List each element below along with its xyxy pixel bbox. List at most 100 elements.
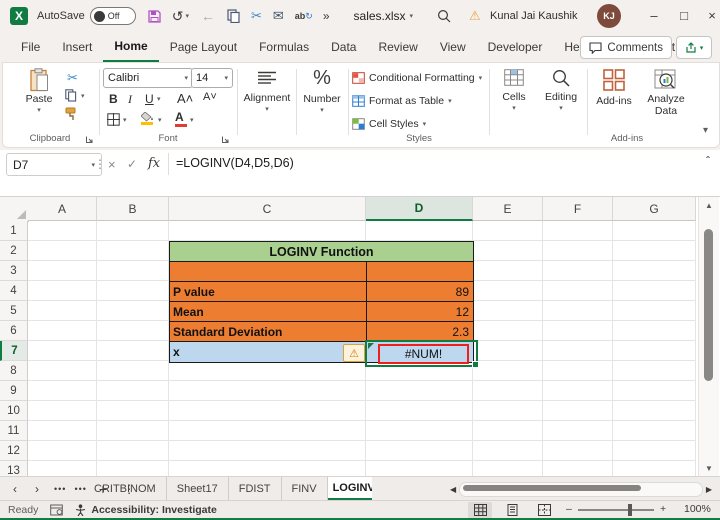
font-color-button[interactable]: A — [175, 110, 187, 127]
ribbon-tab-view[interactable]: View — [429, 33, 477, 61]
conditional-formatting-button[interactable]: Conditional Formatting ▾ — [352, 67, 482, 89]
minimize-button[interactable]: – — [644, 8, 664, 23]
email-icon[interactable]: ✉ — [273, 8, 284, 24]
zoom-in-button[interactable]: + — [660, 503, 666, 515]
increase-font-button[interactable]: A˄ — [177, 91, 193, 106]
confirm-entry-icon[interactable]: ✓ — [127, 157, 137, 171]
collapse-formula-bar-icon[interactable]: ˆ — [706, 154, 710, 168]
undo-icon[interactable]: ↺ — [172, 8, 184, 25]
comments-button[interactable]: Comments — [580, 36, 672, 59]
more-qat-commands[interactable]: » — [323, 9, 330, 23]
save-icon[interactable] — [148, 9, 161, 23]
row-header-7[interactable]: 7 — [0, 341, 28, 361]
cell-title-C2[interactable]: LOGINV Function — [169, 241, 474, 262]
format-as-table-button[interactable]: Format as Table ▾ — [352, 90, 452, 112]
cancel-entry-icon[interactable]: × — [108, 157, 116, 172]
zoom-slider-thumb[interactable] — [628, 504, 632, 516]
font-size-combo[interactable]: 14 ▾ — [191, 68, 233, 88]
column-header-C[interactable]: C — [169, 197, 366, 221]
vertical-scroll-thumb[interactable] — [704, 229, 713, 381]
editing-group-button[interactable]: Editing ▾ — [539, 69, 583, 112]
cut-button[interactable]: ✂ — [67, 70, 78, 86]
sheet-tab-sheet17[interactable]: Sheet17 — [167, 477, 229, 500]
row-header-10[interactable]: 10 — [0, 401, 28, 421]
scroll-up-icon[interactable]: ▲ — [699, 201, 719, 210]
font-color-chevron-icon[interactable]: ▾ — [190, 116, 194, 124]
row-header-9[interactable]: 9 — [0, 381, 28, 401]
format-painter-button[interactable] — [65, 107, 79, 121]
decrease-font-button[interactable]: A˅ — [203, 91, 217, 103]
horizontal-scrollbar[interactable]: ◀ ▶ — [450, 481, 712, 497]
page-break-view-button[interactable] — [532, 502, 556, 518]
cell-C7[interactable]: x — [169, 341, 367, 363]
sheet-tab-finv[interactable]: FINV — [282, 477, 328, 500]
cell-D6[interactable]: 2.3 — [366, 321, 474, 342]
ribbon-tab-insert[interactable]: Insert — [51, 33, 103, 61]
cell-styles-button[interactable]: Cell Styles ▾ — [352, 113, 426, 135]
cell-D4[interactable]: 89 — [366, 281, 474, 302]
fill-handle[interactable] — [472, 361, 479, 368]
macro-record-icon[interactable] — [50, 504, 64, 516]
scroll-down-icon[interactable]: ▼ — [699, 464, 719, 473]
ribbon-tab-home[interactable]: Home — [103, 32, 159, 62]
italic-button[interactable]: I — [128, 92, 132, 107]
cell-C5[interactable]: Mean — [169, 301, 367, 322]
row-header-3[interactable]: 3 — [0, 261, 28, 281]
cell-C3[interactable] — [169, 261, 367, 282]
undo-chevron-icon[interactable]: ▾ — [185, 12, 189, 20]
copy-icon[interactable] — [227, 9, 240, 23]
borders-chevron-icon[interactable]: ▾ — [123, 116, 127, 124]
borders-button[interactable] — [107, 113, 120, 126]
zoom-out-button[interactable]: – — [566, 503, 572, 515]
collapse-ribbon-chevron-icon[interactable]: ▾ — [703, 125, 708, 136]
column-header-G[interactable]: G — [613, 197, 696, 221]
file-name-chevron-icon[interactable]: ▾ — [410, 12, 414, 20]
ribbon-tab-page-layout[interactable]: Page Layout — [159, 33, 248, 61]
underline-chevron-icon[interactable]: ▾ — [157, 95, 161, 103]
copy-chevron-icon[interactable]: ▾ — [81, 92, 85, 100]
column-header-E[interactable]: E — [473, 197, 543, 221]
share-button[interactable]: ▾ — [676, 36, 712, 59]
formula-input[interactable]: =LOGINV(D4,D5,D6) — [176, 156, 294, 170]
select-all-corner[interactable] — [0, 197, 29, 222]
cell-C6[interactable]: Standard Deviation — [169, 321, 367, 342]
font-name-combo[interactable]: Calibri ▾ — [103, 68, 193, 88]
bold-button[interactable]: B — [109, 92, 118, 106]
vertical-scrollbar[interactable]: ▲ ▼ — [698, 197, 719, 477]
row-header-2[interactable]: 2 — [0, 241, 28, 261]
alignment-group-button[interactable]: Alignment ▾ — [241, 71, 293, 113]
autosave-toggle[interactable]: Off — [89, 7, 136, 25]
row-header-11[interactable]: 11 — [0, 421, 28, 441]
ribbon-tab-formulas[interactable]: Formulas — [248, 33, 320, 61]
number-group-button[interactable]: % Number ▾ — [299, 67, 345, 114]
ribbon-tab-file[interactable]: File — [10, 33, 51, 61]
row-header-1[interactable]: 1 — [0, 221, 28, 241]
file-name[interactable]: sales.xlsx — [354, 9, 406, 23]
horizontal-scroll-thumb[interactable] — [463, 485, 642, 491]
spelling-icon[interactable]: ab↻ — [295, 11, 313, 22]
ribbon-tab-developer[interactable]: Developer — [477, 33, 554, 61]
user-avatar[interactable]: KJ — [597, 4, 621, 28]
analyze-data-button[interactable]: Analyze Data — [641, 69, 691, 117]
cell-D3[interactable] — [366, 261, 474, 282]
fill-color-button[interactable] — [141, 112, 154, 125]
insert-function-button[interactable]: fx — [148, 156, 160, 171]
error-warning-badge[interactable]: ⚠ — [343, 344, 365, 362]
sheet-tab-critbinom[interactable]: CRITBINOM — [84, 477, 167, 500]
normal-view-button[interactable] — [468, 502, 492, 518]
column-header-D[interactable]: D — [366, 197, 473, 221]
column-header-F[interactable]: F — [543, 197, 613, 221]
cell-D5[interactable]: 12 — [366, 301, 474, 322]
clipboard-dialog-launcher[interactable] — [85, 135, 94, 144]
sheet-tab-loginv[interactable]: LOGINV — [327, 477, 372, 500]
cut-icon[interactable]: ✂ — [251, 8, 262, 24]
zoom-level[interactable]: 100% — [684, 503, 711, 515]
underline-button[interactable]: U — [145, 92, 154, 106]
user-name[interactable]: Kunal Jai Kaushik — [490, 10, 577, 22]
row-header-4[interactable]: 4 — [0, 281, 28, 301]
error-value-D7[interactable]: #NUM! — [378, 344, 469, 364]
search-icon[interactable] — [437, 9, 451, 23]
page-layout-view-button[interactable] — [500, 502, 524, 518]
ribbon-tab-review[interactable]: Review — [367, 33, 428, 61]
ribbon-tab-data[interactable]: Data — [320, 33, 367, 61]
